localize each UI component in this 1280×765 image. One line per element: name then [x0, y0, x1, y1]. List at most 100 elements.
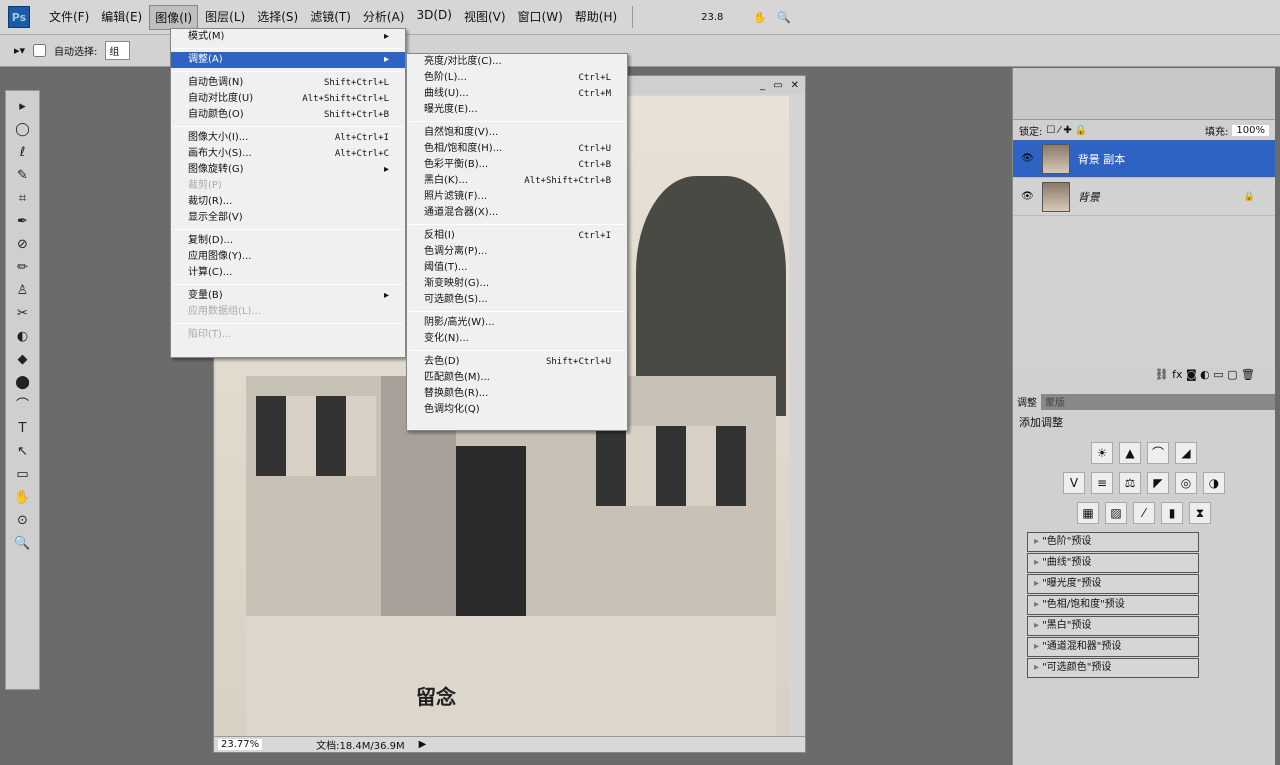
menu-item[interactable]: 自然饱和度(V)... — [407, 125, 627, 141]
menu-item[interactable]: 图像大小(I)... Alt+Ctrl+I — [171, 130, 405, 146]
preset-item[interactable]: ▸ "黑白"预设 — [1027, 616, 1199, 636]
menu-item[interactable]: 裁剪(P) — [171, 178, 405, 194]
tool-icon[interactable]: ◯ — [15, 120, 30, 140]
preset-item[interactable]: ▸ "色相/饱和度"预设 — [1027, 595, 1199, 615]
preset-item[interactable]: ▸ "曝光度"预设 — [1027, 574, 1199, 594]
menu-item[interactable]: 滤镜(T) — [305, 5, 356, 30]
tool-icon[interactable]: ⌒ — [16, 396, 29, 416]
menu-item[interactable]: 图像旋转(G) ▸ — [171, 162, 405, 178]
zoom-icon[interactable]: 🔍 — [777, 11, 791, 24]
layer-row[interactable]: 👁 背景 🔒 — [1013, 178, 1275, 216]
menu-item[interactable]: 裁切(R)... — [171, 194, 405, 210]
tool-icon[interactable]: ✏ — [17, 258, 28, 278]
tool-icon[interactable]: ✎ — [17, 166, 28, 186]
adjustment-icons-row2[interactable]: V ≡ ⚖ ◤ ◎ ◑ — [1013, 472, 1275, 494]
menu-item[interactable]: 分析(A) — [358, 5, 410, 30]
eye-icon[interactable]: 👁 — [1021, 191, 1034, 202]
zoom-field[interactable]: 23.77% — [218, 739, 263, 750]
menu-item[interactable]: 图层(L) — [200, 5, 250, 30]
menu-item[interactable]: 文件(F) — [44, 5, 94, 30]
tool-icon[interactable]: ⊘ — [17, 235, 28, 255]
menu-item[interactable]: 亮度/对比度(C)... — [407, 54, 627, 70]
tool-icon[interactable]: ♙ — [17, 281, 29, 301]
menu-item[interactable]: 照片滤镜(F)... — [407, 189, 627, 205]
restore-icon[interactable]: ▭ — [773, 80, 782, 91]
menu-item[interactable]: 去色(D) Shift+Ctrl+U — [407, 354, 627, 370]
tab-masks[interactable]: 蒙版 — [1041, 394, 1069, 410]
tool-icon[interactable]: T — [19, 419, 27, 439]
eye-icon[interactable]: 👁 — [1021, 153, 1034, 164]
minimize-icon[interactable]: _ — [760, 80, 765, 91]
menu-item[interactable]: 色彩平衡(B)... Ctrl+B — [407, 157, 627, 173]
menu-item[interactable]: 视图(V) — [459, 5, 511, 30]
auto-select-checkbox[interactable] — [33, 44, 47, 57]
status-arrow-icon[interactable]: ▶ — [419, 739, 427, 750]
tool-icon[interactable]: ✒ — [17, 212, 28, 232]
menu-item[interactable]: 自动色调(N) Shift+Ctrl+L — [171, 75, 405, 91]
menu-item[interactable]: 窗口(W) — [513, 5, 568, 30]
menu-item[interactable]: 曲线(U)... Ctrl+M — [407, 86, 627, 102]
menu-item[interactable]: 色调分离(P)... — [407, 244, 627, 260]
menu-item[interactable]: 色相/饱和度(H)... Ctrl+U — [407, 141, 627, 157]
tool-icon[interactable]: ℓ — [20, 143, 25, 163]
close-icon[interactable]: ✕ — [791, 80, 799, 91]
menu-item[interactable]: 编辑(E) — [96, 5, 147, 30]
menu-item[interactable]: 阴影/高光(W)... — [407, 315, 627, 331]
move-tool-icon[interactable]: ▸▾ — [14, 44, 25, 57]
menu-item[interactable]: 色阶(L)... Ctrl+L — [407, 70, 627, 86]
menu-item[interactable]: 陷印(T)... — [171, 327, 405, 343]
hand-icon[interactable]: ✋ — [753, 11, 767, 24]
menu-item[interactable]: 变量(B) ▸ — [171, 288, 405, 304]
menu-item[interactable]: 图像(I) — [149, 4, 199, 30]
menu-item[interactable]: 曝光度(E)... — [407, 102, 627, 118]
tool-icon[interactable]: ✂ — [17, 304, 28, 324]
menu-item[interactable]: 自动颜色(O) Shift+Ctrl+B — [171, 107, 405, 123]
tool-icon[interactable]: ⌗ — [19, 189, 26, 209]
tool-icon[interactable]: ◆ — [18, 350, 28, 370]
menu-item[interactable]: 显示全部(V) — [171, 210, 405, 226]
tool-icon[interactable]: ⬤ — [15, 373, 30, 393]
menu-item[interactable]: 应用图像(Y)... — [171, 249, 405, 265]
preset-item[interactable]: ▸ "可选颜色"预设 — [1027, 658, 1199, 678]
menu-item[interactable]: 替换颜色(R)... — [407, 386, 627, 402]
preset-label: "通道混和器"预设 — [1042, 641, 1122, 652]
tool-icon[interactable]: ▭ — [16, 465, 28, 485]
menu-item[interactable]: 色调均化(Q) — [407, 402, 627, 418]
menu-item[interactable]: 可选颜色(S)... — [407, 292, 627, 308]
menu-item[interactable]: 3D(D) — [411, 5, 456, 30]
menu-item[interactable]: 计算(C)... — [171, 265, 405, 281]
menu-item[interactable]: 渐变映射(G)... — [407, 276, 627, 292]
tab-adjustments[interactable]: 调整 — [1013, 394, 1041, 410]
menu-item[interactable]: 自动对比度(U) Alt+Shift+Ctrl+L — [171, 91, 405, 107]
tool-icon[interactable]: ↖ — [17, 442, 28, 462]
tool-icon[interactable]: ⊙ — [17, 511, 28, 531]
layer-row[interactable]: 👁 背景 副本 — [1013, 140, 1275, 178]
fill-input[interactable]: 100% — [1232, 124, 1269, 136]
adjustment-icons-row1[interactable]: ☀ ▲ ⌒ ◢ — [1013, 442, 1275, 464]
tool-icon[interactable]: ✋ — [14, 488, 30, 508]
adjustment-icons-row3[interactable]: ▦ ▨ ⁄ ▮ ⧗ — [1013, 502, 1275, 524]
menu-item[interactable]: 画布大小(S)... Alt+Ctrl+C — [171, 146, 405, 162]
menu-item[interactable]: 阈值(T)... — [407, 260, 627, 276]
tool-icon[interactable]: ◐ — [17, 327, 28, 347]
menu-item[interactable]: 复制(D)... — [171, 233, 405, 249]
menu-item[interactable]: 变化(N)... — [407, 331, 627, 347]
tool-icon[interactable]: ▸ — [19, 97, 26, 117]
menu-item[interactable]: 帮助(H) — [570, 5, 622, 30]
zoom-level[interactable]: 23.8 — [701, 12, 723, 23]
menu-item[interactable]: 反相(I) Ctrl+I — [407, 228, 627, 244]
menu-item[interactable]: 匹配颜色(M)... — [407, 370, 627, 386]
preset-item[interactable]: ▸ "曲线"预设 — [1027, 553, 1199, 573]
menu-item[interactable]: 调整(A) ▸ — [171, 52, 405, 68]
auto-select-dropdown[interactable]: 组 — [105, 41, 131, 60]
menu-item[interactable]: 通道混合器(X)... — [407, 205, 627, 221]
tool-icon[interactable]: 🔍 — [14, 534, 30, 554]
layer-buttons[interactable]: ⛓ fx ◙ ◐ ▭ ▢ 🗑 — [1013, 368, 1275, 388]
preset-item[interactable]: ▸ "通道混和器"预设 — [1027, 637, 1199, 657]
menu-item[interactable]: 选择(S) — [252, 5, 303, 30]
menu-item[interactable]: 模式(M) ▸ — [171, 29, 405, 45]
lock-icons[interactable]: ☐ ⁄ ✚ 🔒 — [1046, 125, 1087, 136]
preset-item[interactable]: ▸ "色阶"预设 — [1027, 532, 1199, 552]
menu-item[interactable]: 黑白(K)... Alt+Shift+Ctrl+B — [407, 173, 627, 189]
menu-item[interactable]: 应用数据组(L)... — [171, 304, 405, 320]
